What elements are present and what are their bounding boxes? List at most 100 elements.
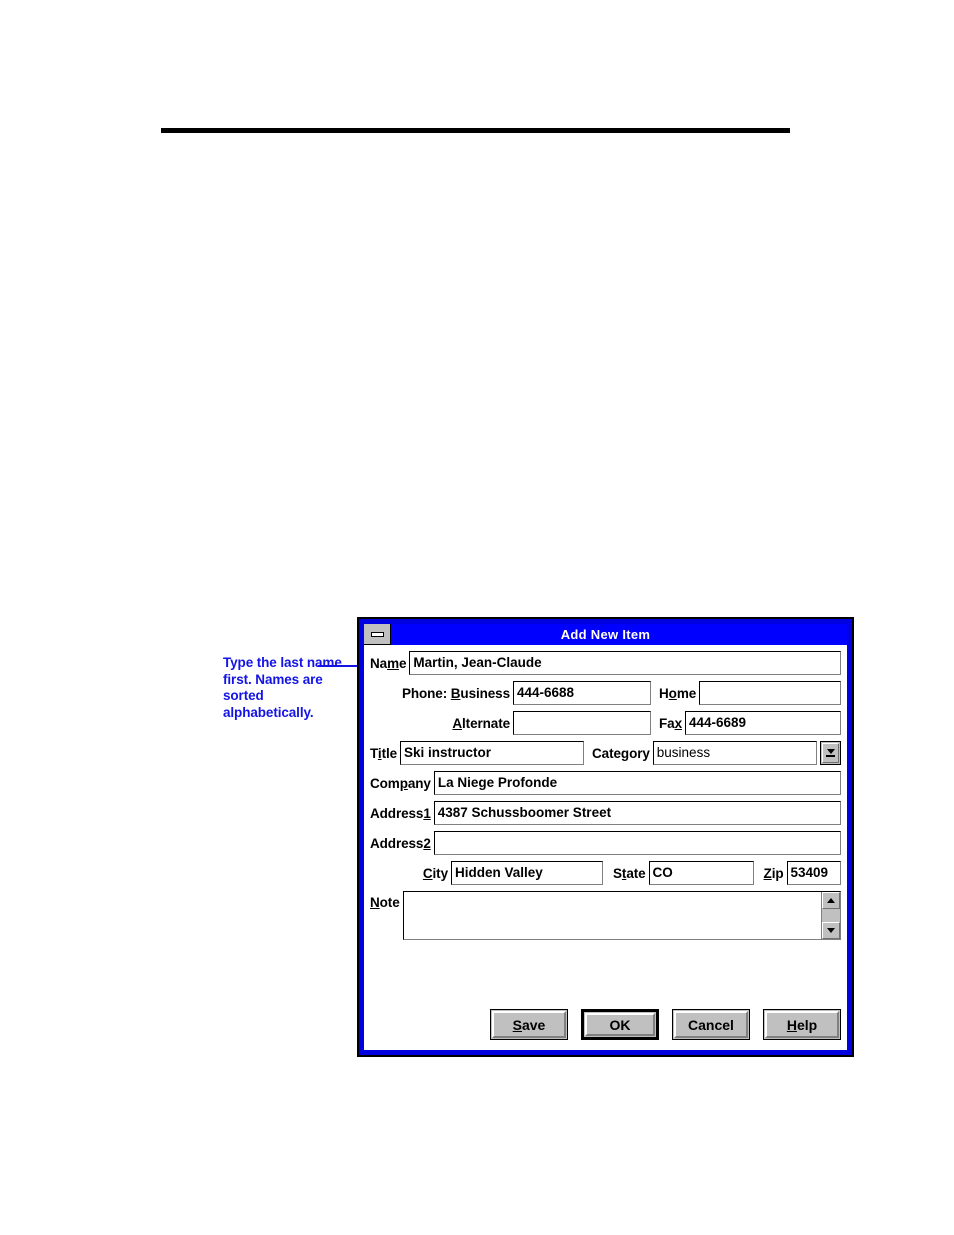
page-horizontal-rule [161, 128, 790, 133]
category-label-post: ory [629, 745, 650, 761]
home-label: Home [651, 686, 699, 701]
help-post: elp [796, 1016, 818, 1033]
company-label-key: p [399, 775, 408, 791]
row-note: Note [370, 891, 841, 940]
alternate-label: Alternate [370, 716, 513, 731]
row-phone-business-home: Phone: Business 444-6688 Home [370, 681, 841, 705]
home-label-post: me [676, 685, 697, 701]
fax-input[interactable]: 444-6689 [684, 711, 841, 735]
dialog-button-bar: Save OK Cancel Help [364, 1009, 841, 1040]
address1-label-pre: Address [370, 805, 424, 821]
save-button[interactable]: Save [490, 1009, 568, 1040]
state-label: State [603, 866, 649, 881]
ok-button-label: OK [609, 1016, 631, 1033]
name-label-pre: Na [370, 655, 388, 671]
city-input[interactable]: Hidden Valley [451, 861, 603, 885]
scroll-up-button[interactable] [822, 892, 840, 909]
name-input[interactable]: Martin, Jean-Claude [409, 651, 841, 675]
dialog-form: Name Martin, Jean-Claude Phone: Business… [364, 645, 847, 940]
address1-label: Address1 [370, 806, 434, 821]
home-input[interactable] [699, 681, 841, 705]
scroll-down-button[interactable] [822, 922, 840, 939]
category-dropdown-button[interactable] [820, 741, 841, 765]
city-label: City [370, 866, 451, 881]
row-city-state-zip: City Hidden Valley State CO Zip 53409 [370, 861, 841, 885]
alternate-label-post: lternate [462, 715, 510, 731]
alternate-input[interactable] [513, 711, 651, 735]
zip-label-key: Z [763, 865, 772, 881]
save-post: ave [521, 1016, 546, 1033]
scrollbar-track[interactable] [822, 909, 840, 922]
company-label: Company [370, 776, 434, 791]
title-input[interactable]: Ski instructor [400, 741, 585, 765]
dialog-client-area: Add New Item Name Martin, Jean-Claude Ph… [364, 624, 847, 1050]
row-alternate-fax: Alternate Fax 444-6689 [370, 711, 841, 735]
row-address1: Address1 4387 Schussboomer Street [370, 801, 841, 825]
minimize-box-button[interactable] [364, 624, 391, 645]
category-label: Category [584, 746, 653, 761]
state-input[interactable]: CO [648, 861, 754, 885]
add-new-item-dialog: Add New Item Name Martin, Jean-Claude Ph… [357, 617, 854, 1057]
arrow-up-icon [827, 898, 835, 903]
company-input[interactable]: La Niege Profonde [433, 771, 841, 795]
cancel-button-label: Cancel [688, 1016, 734, 1033]
row-address2: Address2 [370, 831, 841, 855]
home-label-key: o [668, 685, 677, 701]
title-label-pre: T [370, 745, 378, 761]
note-label-key: N [370, 895, 380, 910]
home-label-pre: H [659, 685, 669, 701]
state-label-post: ate [626, 865, 646, 881]
zip-label: Zip [754, 866, 787, 881]
fax-label-pre: Fa [659, 715, 675, 731]
category-label-pre: Cate [592, 745, 621, 761]
title-label-post: tle [381, 745, 398, 761]
address2-label: Address2 [370, 836, 434, 851]
phone-business-label: Phone: Business [370, 686, 513, 701]
name-label-key: m [387, 655, 399, 671]
company-label-pre: Com [370, 775, 400, 791]
save-key: S [512, 1016, 522, 1033]
city-label-key: C [422, 865, 433, 881]
chevron-down-icon [826, 749, 835, 757]
address1-label-key: 1 [423, 805, 431, 821]
address2-input[interactable] [433, 831, 841, 855]
row-name: Name Martin, Jean-Claude [370, 651, 841, 675]
fax-label-key: x [674, 715, 683, 731]
arrow-down-icon [827, 928, 835, 933]
phone-business-input[interactable]: 444-6688 [513, 681, 651, 705]
category-label-key: g [620, 745, 630, 761]
title-label: Title [370, 746, 400, 761]
row-company: Company La Niege Profonde [370, 771, 841, 795]
note-textarea[interactable] [404, 892, 821, 939]
city-label-post: ity [432, 865, 449, 881]
address1-input[interactable]: 4387 Schussboomer Street [433, 801, 841, 825]
state-label-pre: S [613, 865, 622, 881]
alternate-label-key: A [452, 715, 463, 731]
phone-business-label-pre: Phone: [401, 685, 451, 701]
dialog-title: Add New Item [560, 627, 651, 642]
address2-label-pre: Address [370, 835, 424, 851]
note-label-post: ote [379, 895, 400, 910]
ok-button[interactable]: OK [581, 1009, 659, 1040]
note-field-wrapper [402, 891, 841, 940]
dialog-titlebar: Add New Item [364, 624, 847, 645]
minimize-icon [370, 631, 384, 637]
phone-business-label-post: usiness [460, 685, 510, 701]
phone-business-label-key: B [450, 685, 461, 701]
category-combobox[interactable]: business [652, 741, 817, 765]
help-button[interactable]: Help [763, 1009, 841, 1040]
company-label-post: any [407, 775, 431, 791]
row-title-category: Title Ski instructor Category business [370, 741, 841, 765]
save-button-label: Save [513, 1017, 546, 1033]
name-label-post: e [398, 655, 407, 671]
fax-label: Fax [651, 716, 685, 731]
zip-input[interactable]: 53409 [786, 861, 841, 885]
note-scrollbar[interactable] [821, 892, 840, 939]
cancel-button[interactable]: Cancel [672, 1009, 750, 1040]
note-label: Note [370, 891, 403, 915]
help-key: H [786, 1016, 797, 1033]
zip-label-post: ip [771, 865, 784, 881]
name-label: Name [370, 656, 409, 671]
help-button-label: Help [787, 1017, 817, 1033]
address2-label-key: 2 [423, 835, 431, 851]
